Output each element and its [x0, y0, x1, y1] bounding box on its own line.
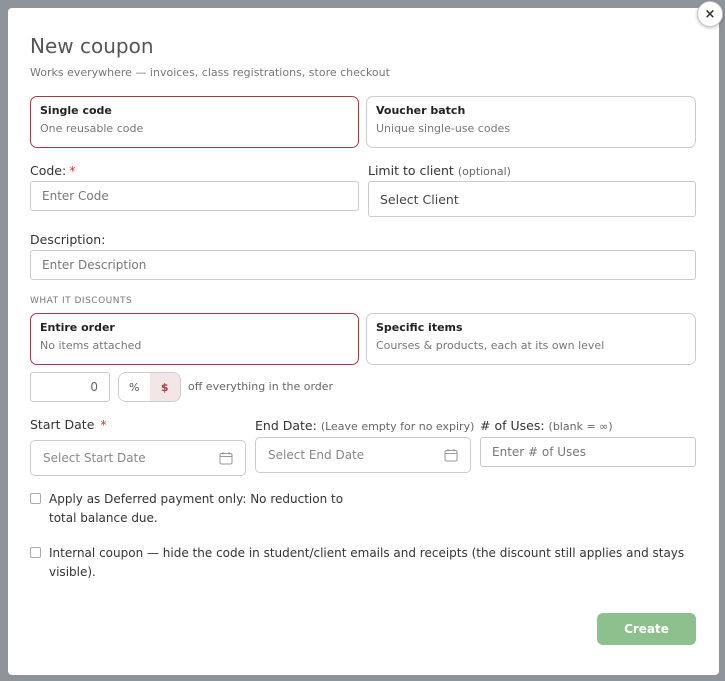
start-date-label-text: Start Date	[30, 417, 95, 432]
percent-toggle-button[interactable]: %	[119, 373, 150, 401]
discount-suffix-text: off everything in the order	[188, 380, 334, 393]
uses-label: # of Uses: (blank = ∞)	[480, 418, 613, 433]
uses-hint: (blank = ∞)	[548, 420, 613, 433]
modal-title: New coupon	[30, 34, 154, 58]
discount-specific-subtitle: Courses & products, each at its own leve…	[376, 339, 605, 352]
discount-specific-title: Specific items	[376, 321, 463, 334]
code-type-batch-subtitle: Unique single-use codes	[376, 122, 511, 135]
internal-label: Internal coupon — hide the code in stude…	[49, 546, 685, 579]
calendar-icon	[444, 449, 458, 462]
start-date-placeholder: Select Start Date	[43, 451, 146, 465]
code-type-batch-card[interactable]: Voucher batch Unique single-use codes	[366, 96, 696, 148]
discount-entire-title: Entire order	[40, 321, 115, 334]
code-type-single-title: Single code	[40, 104, 112, 117]
discount-amount-input[interactable]: 0	[30, 372, 110, 402]
internal-checkbox[interactable]	[30, 547, 41, 558]
code-required-mark: *	[69, 163, 76, 178]
discount-unit-toggle: % $	[118, 372, 181, 402]
deferred-option: Apply as Deferred payment only: No reduc…	[30, 490, 355, 528]
code-type-batch-title: Voucher batch	[376, 104, 466, 117]
end-date-placeholder: Select End Date	[268, 448, 365, 462]
discount-entire-order-card[interactable]: Entire order No items attached	[30, 313, 359, 365]
code-input[interactable]: Enter Code	[30, 181, 359, 211]
uses-input[interactable]: Enter # of Uses	[480, 437, 696, 467]
description-input[interactable]: Enter Description	[30, 250, 696, 280]
close-icon[interactable]: ×	[697, 1, 723, 27]
start-date-required-mark: *	[100, 417, 107, 432]
description-label: Description:	[30, 232, 106, 247]
end-date-label: End Date: (Leave empty for no expiry)	[255, 418, 474, 433]
end-date-input[interactable]: Select End Date	[255, 437, 471, 473]
uses-label-text: # of Uses:	[480, 418, 545, 433]
start-date-input[interactable]: Select Start Date	[30, 440, 246, 476]
internal-option: Internal coupon — hide the code in stude…	[30, 544, 696, 582]
client-select[interactable]: Select Client	[368, 181, 696, 217]
create-button[interactable]: Create	[597, 613, 696, 645]
modal-subtitle: Works everywhere — invoices, class regis…	[30, 66, 390, 79]
calendar-icon	[219, 452, 233, 465]
end-date-hint: (Leave empty for no expiry)	[320, 420, 475, 433]
code-type-single-card[interactable]: Single code One reusable code	[30, 96, 359, 148]
client-hint: (optional)	[457, 165, 511, 178]
discounts-section-label: WHAT IT DISCOUNTS	[30, 296, 133, 306]
discount-entire-subtitle: No items attached	[40, 339, 142, 352]
deferred-label: Apply as Deferred payment only: No reduc…	[49, 492, 344, 525]
new-coupon-modal: New coupon Works everywhere — invoices, …	[8, 8, 719, 675]
code-label-text: Code:	[30, 163, 67, 178]
client-label: Limit to client (optional)	[368, 163, 511, 178]
code-label: Code: *	[30, 163, 75, 178]
dollar-toggle-button[interactable]: $	[149, 373, 180, 401]
client-label-text: Limit to client	[368, 163, 454, 178]
start-date-label: Start Date *	[30, 417, 107, 432]
discount-specific-items-card[interactable]: Specific items Courses & products, each …	[366, 313, 696, 365]
deferred-checkbox[interactable]	[30, 493, 41, 504]
code-type-single-subtitle: One reusable code	[40, 122, 144, 135]
end-date-label-text: End Date:	[255, 418, 317, 433]
